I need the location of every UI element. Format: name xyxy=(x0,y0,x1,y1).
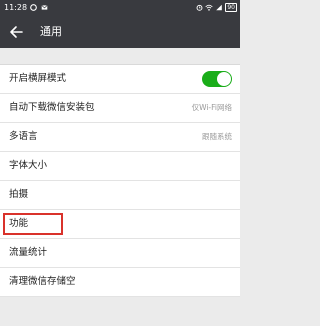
setting-features[interactable]: 功能 xyxy=(0,210,240,239)
setting-label: 自动下载微信安装包 xyxy=(9,102,95,113)
toggle-knob xyxy=(217,72,231,86)
setting-label: 拍摄 xyxy=(9,189,29,200)
setting-label: 流量统计 xyxy=(9,247,48,258)
setting-font-size[interactable]: 字体大小 xyxy=(0,152,240,181)
status-right-group: 90 xyxy=(196,3,237,12)
setting-landscape-mode[interactable]: 开启横屏模式 xyxy=(0,65,240,94)
setting-label: 字体大小 xyxy=(9,160,48,171)
battery-indicator: 90 xyxy=(225,3,237,12)
status-bar: 11:28 90 xyxy=(0,0,240,16)
status-time: 11:28 xyxy=(4,3,28,12)
signal-icon xyxy=(216,4,223,11)
setting-label: 功能 xyxy=(9,218,29,229)
setting-label: 开启横屏模式 xyxy=(9,73,67,84)
setting-camera[interactable]: 拍摄 xyxy=(0,181,240,210)
wifi-icon xyxy=(205,4,213,11)
landscape-toggle[interactable] xyxy=(202,71,232,87)
settings-list: 开启横屏模式 自动下载微信安装包 仅Wi-Fi网络 多语言 跟随系统 字体大小 … xyxy=(0,64,240,297)
setting-label: 多语言 xyxy=(9,131,38,142)
app-bar: 通用 xyxy=(0,16,240,48)
setting-label: 清理微信存储空 xyxy=(9,276,76,287)
mail-icon xyxy=(41,5,48,10)
setting-clear-storage[interactable]: 清理微信存储空 xyxy=(0,268,240,297)
setting-data-usage[interactable]: 流量统计 xyxy=(0,239,240,268)
setting-language[interactable]: 多语言 跟随系统 xyxy=(0,123,240,152)
setting-auto-download[interactable]: 自动下载微信安装包 仅Wi-Fi网络 xyxy=(0,94,240,123)
back-arrow-icon[interactable] xyxy=(8,24,24,40)
setting-value: 跟随系统 xyxy=(202,132,232,141)
circle-icon xyxy=(30,4,37,11)
alarm-icon xyxy=(196,4,203,11)
page-title: 通用 xyxy=(40,25,62,38)
setting-value: 仅Wi-Fi网络 xyxy=(191,103,232,112)
